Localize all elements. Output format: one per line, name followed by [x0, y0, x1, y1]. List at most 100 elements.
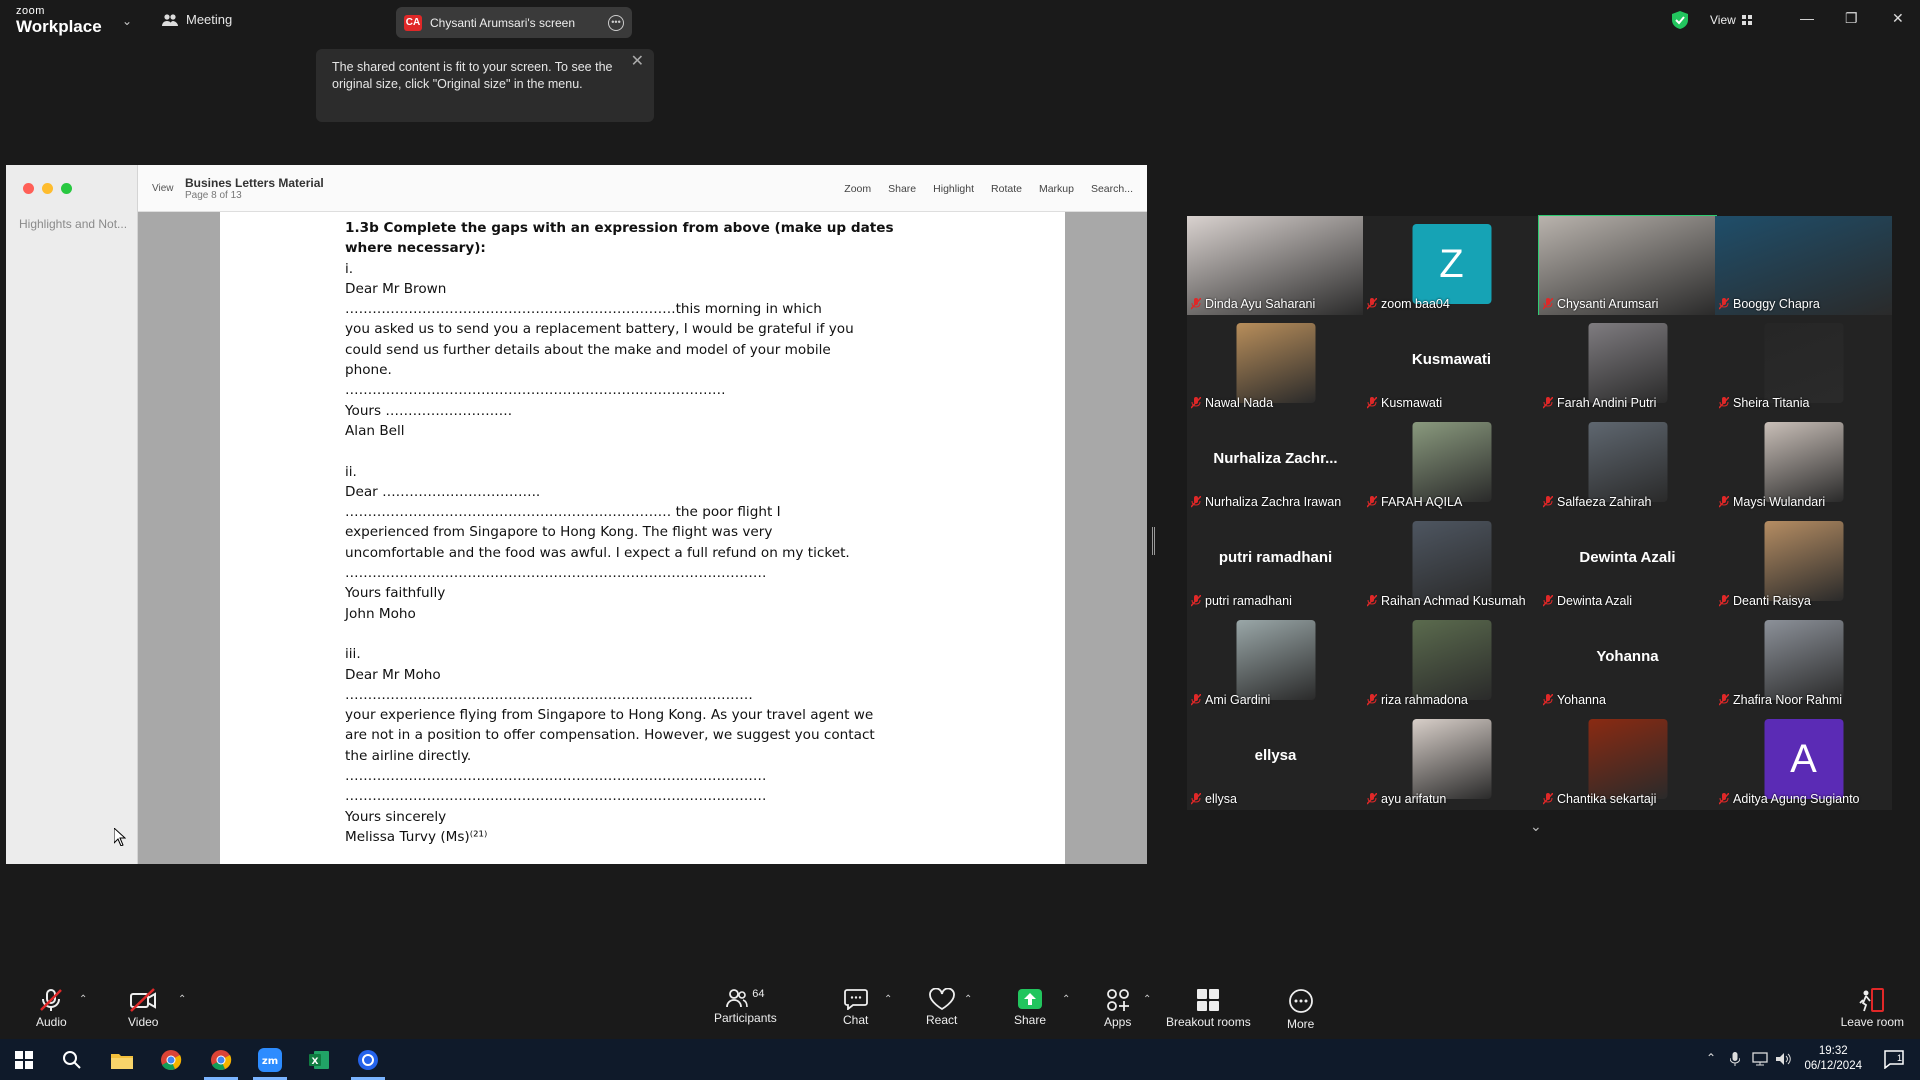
apps-button[interactable]: Apps [1104, 988, 1131, 1029]
apps-options-caret-icon[interactable]: ⌃ [1143, 994, 1151, 1005]
participant-tile[interactable]: Ami Gardini [1187, 612, 1364, 711]
react-options-caret-icon[interactable]: ⌃ [964, 994, 972, 1005]
meeting-label: Meeting [186, 12, 233, 27]
participant-tile[interactable]: Sheira Titania [1715, 315, 1892, 414]
chrome-profile-icon[interactable] [207, 1046, 235, 1074]
participant-tile[interactable]: ayu arifatun [1363, 711, 1540, 810]
document-line: phone. [345, 362, 392, 379]
participant-tile[interactable]: putri ramadhani putri ramadhani [1187, 513, 1364, 612]
security-shield-icon[interactable] [1672, 11, 1688, 29]
participant-video [1412, 620, 1491, 700]
leave-room-button[interactable]: Leave room [1841, 988, 1904, 1029]
view-menu-button[interactable]: View [1710, 13, 1752, 27]
close-window-icon[interactable]: ✕ [1892, 10, 1904, 27]
participant-tile[interactable]: Farah Andini Putri [1539, 315, 1716, 414]
participants-icon [726, 989, 749, 1008]
share-options-caret-icon[interactable]: ⌃ [1062, 994, 1070, 1005]
participant-tile[interactable]: Yohanna Yohanna [1539, 612, 1716, 711]
more-button[interactable]: More [1287, 988, 1314, 1031]
excel-icon[interactable]: X [305, 1046, 333, 1074]
share-screen-icon [1018, 989, 1043, 1009]
tray-expand-icon[interactable]: ⌃ [1706, 1051, 1716, 1065]
shared-screen-indicator[interactable]: CA Chysanti Arumsari's screen ••• [396, 7, 632, 38]
video-button[interactable]: Video [128, 988, 158, 1029]
leave-label: Leave room [1840, 1015, 1904, 1029]
tooltip-text: The shared content is fit to your screen… [332, 60, 613, 91]
microphone-muted-icon [1367, 496, 1377, 508]
participant-tile[interactable]: Kusmawati Kusmawati [1363, 315, 1540, 414]
more-options-icon[interactable]: ••• [608, 14, 624, 31]
participant-tile[interactable]: ellysa ellysa [1187, 711, 1364, 810]
participant-tile[interactable]: Maysi Wulandari [1715, 414, 1892, 513]
meeting-info-button[interactable]: Meeting [162, 12, 232, 27]
viewer-tool-zoom[interactable]: Zoom [844, 183, 871, 195]
participant-name: Deanti Raisya [1733, 594, 1811, 608]
zoom-title-bar: zoom Workplace ⌄ Meeting CA Chysanti Aru… [0, 0, 1920, 44]
participant-tile[interactable]: Deanti Raisya [1715, 513, 1892, 612]
react-button[interactable]: React [926, 988, 957, 1027]
viewer-tool-highlight[interactable]: Highlight [933, 183, 974, 195]
participant-name-label: Booggy Chapra [1719, 297, 1820, 311]
breakout-rooms-button[interactable]: Breakout rooms [1166, 988, 1251, 1029]
participant-name: Farah Andini Putri [1557, 396, 1657, 410]
microphone-icon[interactable] [1730, 1052, 1740, 1066]
minimize-icon[interactable]: — [1800, 10, 1814, 26]
participant-tile[interactable]: Chantika sekartaji [1539, 711, 1716, 810]
participant-tile[interactable]: Dewinta Azali Dewinta Azali [1539, 513, 1716, 612]
participant-tile[interactable]: Zzoom baa04 [1363, 216, 1540, 315]
viewer-tool-rotate[interactable]: Rotate [991, 183, 1022, 195]
participant-name-label: Zhafira Noor Rahmi [1719, 693, 1842, 707]
chrome-icon[interactable] [157, 1046, 185, 1074]
participant-tile[interactable]: FARAH AQILA [1363, 414, 1540, 513]
file-explorer-icon[interactable] [108, 1046, 136, 1074]
participant-name-label: Chysanti Arumsari [1543, 297, 1658, 311]
restore-icon[interactable]: ❐ [1845, 10, 1858, 27]
participant-tile[interactable]: Dinda Ayu Saharani [1187, 216, 1364, 315]
viewer-tool-share[interactable]: Share [888, 183, 916, 195]
sharer-avatar-badge: CA [404, 14, 422, 31]
participant-name: Raihan Achmad Kusumah [1381, 594, 1526, 608]
search-icon[interactable] [58, 1046, 86, 1074]
react-label: React [926, 1013, 958, 1027]
participants-button[interactable]: 64 Participants [714, 988, 777, 1025]
participant-tile[interactable]: Zhafira Noor Rahmi [1715, 612, 1892, 711]
microphone-muted-icon [1191, 496, 1201, 508]
panel-splitter[interactable] [1152, 527, 1155, 555]
audio-options-caret-icon[interactable]: ⌃ [79, 994, 87, 1005]
close-icon[interactable]: ✕ [631, 53, 644, 70]
clock-time: 19:32 [1818, 1045, 1848, 1057]
participants-count: 64 [752, 988, 765, 1000]
chat-button[interactable]: Chat [843, 988, 868, 1027]
participant-tile[interactable]: Nawal Nada [1187, 315, 1364, 414]
chat-options-caret-icon[interactable]: ⌃ [884, 994, 892, 1005]
participant-name: Dewinta Azali [1557, 594, 1633, 608]
participant-tile[interactable]: Booggy Chapra [1715, 216, 1892, 315]
leave-icon [1859, 988, 1885, 1012]
app-compass-icon[interactable] [354, 1046, 382, 1074]
participant-tile[interactable]: Raihan Achmad Kusumah [1363, 513, 1540, 612]
audio-button[interactable]: Audio [36, 988, 67, 1029]
document-line: i. [345, 260, 354, 277]
system-clock[interactable]: 19:32 06/12/2024 [1804, 1044, 1862, 1074]
chevron-down-icon[interactable]: ⌄ [122, 14, 132, 28]
network-icon[interactable] [1752, 1052, 1768, 1066]
participant-name: Salfaeza Zahirah [1557, 495, 1652, 509]
participant-tile[interactable]: Nurhaliza Zachr... Nurhaliza Zachra Irawa… [1187, 414, 1364, 513]
share-button[interactable]: Share [1014, 988, 1046, 1027]
notifications-button[interactable]: 1 [1884, 1049, 1904, 1074]
participant-tile[interactable]: Salfaeza Zahirah [1539, 414, 1716, 513]
windows-start-icon[interactable] [10, 1046, 38, 1074]
zoom-workplace-logo[interactable]: zoom Workplace [16, 6, 102, 36]
volume-icon[interactable] [1776, 1052, 1792, 1066]
chevron-down-icon[interactable]: ⌄ [1530, 818, 1542, 835]
document-line: where necessary): [345, 240, 486, 257]
viewer-tool-markup[interactable]: Markup [1039, 183, 1074, 195]
participant-tile[interactable]: Chysanti Arumsari [1538, 215, 1717, 316]
participant-tile[interactable]: A Aditya Agung Sugianto [1715, 711, 1892, 810]
viewer-tool-search[interactable]: Search... [1091, 183, 1133, 195]
zoom-app-icon[interactable]: zm [256, 1046, 284, 1074]
video-options-caret-icon[interactable]: ⌃ [178, 994, 186, 1005]
participant-tile[interactable]: riza rahmadona [1363, 612, 1540, 711]
participant-display-name: Kusmawati [1411, 351, 1492, 368]
